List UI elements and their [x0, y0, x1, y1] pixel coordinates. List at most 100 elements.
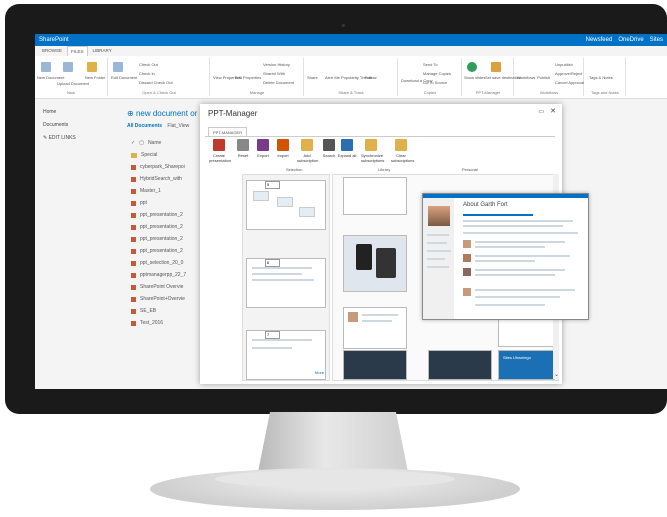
library-slide-4[interactable] [343, 350, 407, 380]
nav-edit-links[interactable]: ✎ EDIT LINKS [43, 135, 76, 141]
discard-check-out-button[interactable]: Discard Check Out [139, 80, 173, 85]
slide-number-6[interactable]: 6 [265, 259, 280, 267]
file-row[interactable]: ppt_presentation_2 [131, 209, 186, 221]
workflows-button[interactable]: Workflows [517, 75, 535, 80]
file-row[interactable]: cyberpark_Sharepoi [131, 161, 186, 173]
synchronize-subscriptions-button[interactable]: Synchronize subscriptions [361, 139, 384, 163]
file-row[interactable]: Master_1 [131, 185, 186, 197]
file-row[interactable]: ppt_presentation_2 [131, 221, 186, 233]
edit-properties-button[interactable]: Edit Properties [235, 75, 261, 80]
upload-document-button[interactable]: Upload Document [57, 81, 89, 86]
search-button[interactable]: Search [319, 139, 339, 158]
check-in-button[interactable]: Check In [139, 71, 155, 76]
tags-notes-button[interactable]: Tags & Notes [589, 75, 613, 80]
selection-slide-1[interactable] [246, 180, 326, 230]
edit-document-button[interactable]: Edit Document [111, 75, 137, 80]
file-row[interactable]: pptmanagerpp_22_7 [131, 269, 186, 281]
create-presentation-button[interactable]: Create presentation [209, 139, 231, 163]
tab-library[interactable]: LIBRARY [90, 46, 115, 56]
shared-with-button[interactable]: Shared With [263, 71, 285, 76]
share-button[interactable]: Share [307, 75, 318, 80]
new-document-button[interactable]: New Document [37, 75, 64, 80]
upload-document-icon[interactable] [63, 62, 73, 72]
file-name[interactable]: ppt_presentation_2 [140, 212, 183, 218]
clear-subscriptions-button[interactable]: Clear subscriptions [391, 139, 414, 163]
more-link[interactable]: More [315, 370, 324, 375]
version-history-button[interactable]: Version History [263, 62, 290, 67]
file-name[interactable]: ppt_selection_20_0 [140, 260, 183, 266]
new-document-icon[interactable] [41, 62, 51, 72]
file-row[interactable]: Test_2016 [131, 317, 186, 329]
file-row[interactable]: ppt [131, 197, 186, 209]
sharepoint-brand[interactable]: SharePoint [39, 37, 69, 43]
tab-browse[interactable]: BROWSE [39, 46, 65, 56]
go-to-source-button[interactable]: Go To Source [423, 80, 447, 85]
alert-me-button[interactable]: Alert Me [325, 75, 340, 80]
view-flat[interactable]: Flat_View [167, 123, 189, 129]
library-slide-3[interactable] [343, 307, 407, 349]
new-document-link[interactable]: ⊕ new document or [127, 109, 197, 118]
column-name[interactable]: Name [148, 140, 161, 146]
tab-files[interactable]: FILES [67, 46, 88, 56]
delete-document-button[interactable]: Delete Document [263, 80, 294, 85]
show-slides-button[interactable]: Show slides [464, 75, 485, 80]
cancel-approval-button[interactable]: Cancel Approval [555, 80, 584, 85]
library-slide-5[interactable] [428, 350, 492, 380]
show-slides-icon[interactable] [467, 62, 477, 72]
file-row[interactable]: SharePoint+Overvie [131, 293, 186, 305]
send-to-button[interactable]: Send To [423, 62, 438, 67]
file-name[interactable]: ppt_presentation_2 [140, 236, 183, 242]
selection-slide-2[interactable] [246, 258, 326, 308]
file-row[interactable]: ppt_selection_20_0 [131, 257, 186, 269]
new-folder-button[interactable]: New Folder [85, 75, 105, 80]
edit-document-icon[interactable] [113, 62, 123, 72]
check-out-button[interactable]: Check Out [139, 62, 158, 67]
slide-number-5[interactable]: 5 [265, 181, 280, 189]
file-row[interactable]: SE_EB [131, 305, 186, 317]
newsfeed-link[interactable]: Newsfeed [586, 37, 613, 43]
close-icon[interactable]: ✕ [550, 107, 556, 115]
sites-link[interactable]: Sites [650, 37, 663, 43]
reset-button[interactable]: Reset [233, 139, 253, 158]
file-name[interactable]: ppt [140, 200, 147, 206]
follow-button[interactable]: Follow [365, 75, 377, 80]
view-all-documents[interactable]: All Documents [127, 123, 162, 129]
manage-copies-button[interactable]: Manage Copies [423, 71, 451, 76]
file-row[interactable]: Special [131, 149, 186, 161]
file-name[interactable]: Test_2016 [140, 320, 163, 326]
unpublish-button[interactable]: Unpublish [555, 62, 573, 67]
new-folder-icon[interactable] [87, 62, 97, 72]
slide-number-7[interactable]: 7 [265, 331, 280, 339]
file-name[interactable]: SharePoint Overvie [140, 284, 183, 290]
file-row[interactable]: ppt_presentation_2 [131, 245, 186, 257]
library-slide-6[interactable]: Sites Uhweiego [498, 350, 555, 380]
file-row[interactable]: SharePoint Overvie [131, 281, 186, 293]
import-button[interactable]: Import [273, 139, 293, 158]
expand-all-button[interactable]: Expand all [337, 139, 357, 158]
file-name[interactable]: Special [141, 152, 157, 158]
selection-slide-3[interactable] [246, 330, 326, 380]
file-name[interactable]: SharePoint+Overvie [140, 296, 185, 302]
file-row[interactable]: HybridSearch_with [131, 173, 186, 185]
export-button[interactable]: Export [253, 139, 273, 158]
maximize-icon[interactable]: ▭ [538, 108, 544, 115]
file-name[interactable]: pptmanagerpp_22_7 [140, 272, 186, 278]
file-name[interactable]: cyberpark_Sharepoi [140, 164, 185, 170]
onedrive-link[interactable]: OneDrive [618, 37, 643, 43]
publish-button[interactable]: Publish [537, 75, 550, 80]
file-row[interactable]: ppt_presentation_2 [131, 233, 186, 245]
add-subscription-button[interactable]: Add subscription [297, 139, 318, 163]
file-name[interactable]: ppt_presentation_2 [140, 248, 183, 254]
file-name[interactable]: Master_1 [140, 188, 161, 194]
nav-documents[interactable]: Documents [43, 122, 76, 128]
check-icon[interactable]: ✓ [131, 140, 135, 146]
file-name[interactable]: ppt_presentation_2 [140, 224, 183, 230]
nav-home[interactable]: Home [43, 109, 76, 115]
approve-reject-button[interactable]: Approve/Reject [555, 71, 582, 76]
chevron-down-icon[interactable]: ⌄ [554, 371, 559, 378]
library-slide-1[interactable] [343, 177, 407, 215]
set-save-destination-icon[interactable] [491, 62, 501, 72]
library-slide-2[interactable] [343, 235, 407, 292]
file-name[interactable]: SE_EB [140, 308, 156, 314]
file-name[interactable]: HybridSearch_with [140, 176, 182, 182]
